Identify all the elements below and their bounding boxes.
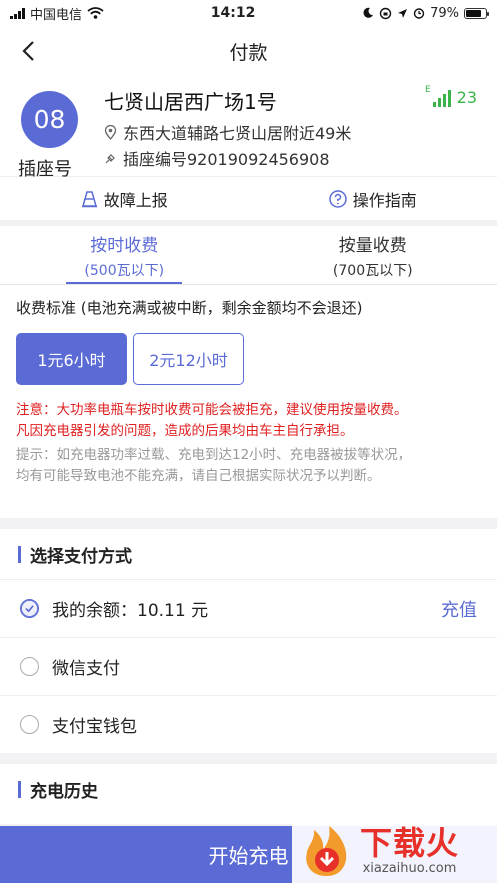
socket-id-row: 插座编号92019092456908 xyxy=(104,146,330,170)
chevron-left-icon xyxy=(22,41,34,61)
watermark-brand: 下载火 xyxy=(360,824,460,862)
radio-icon[interactable] xyxy=(20,657,39,676)
guide-button[interactable]: 操作指南 xyxy=(249,187,497,211)
signal-value: 23 xyxy=(456,88,477,107)
socket-number-badge: 08 xyxy=(21,91,78,148)
station-card: 08 插座号 七贤山居西广场1号 E 23 东西大道辅路七贤山居附近49米 插座… xyxy=(0,76,497,180)
tab-usage-billing[interactable]: 按量收费 (700瓦以下) xyxy=(249,226,497,284)
pay-option-balance[interactable]: 我的余额：10.11 元 充值 xyxy=(0,579,497,637)
tip-notice: 提示：如充电器功率过载、充电到达12小时、充电器被拔等状况， 均有可能导致电池不… xyxy=(16,445,481,487)
tip-line: 均有可能导致电池不能充满，请自己根据实际状况予以判断。 xyxy=(16,468,381,484)
rotation-lock-icon xyxy=(379,7,392,19)
cell-signal-icon xyxy=(10,7,25,19)
fault-report-button[interactable]: 故障上报 xyxy=(0,187,249,211)
payment-section: 选择支付方式 我的余额：10.11 元 充值 微信支付 支付宝钱包 xyxy=(0,529,497,753)
section-marker xyxy=(18,780,21,798)
guide-label: 操作指南 xyxy=(352,190,417,210)
balance-label: 我的余额：10.11 元 xyxy=(52,601,209,621)
watermark: 下载火 xiazaihuo.com xyxy=(292,818,497,883)
tab-time-billing-label: 按时收费 xyxy=(90,235,159,256)
socket-id: 插座编号92019092456908 xyxy=(123,150,330,169)
signal-bars-icon xyxy=(432,90,451,107)
billing-tabs: 按时收费 (500瓦以下) 按量收费 (700瓦以下) xyxy=(0,226,497,285)
warning-line: 凡因充电器引发的问题，造成的后果均由车主自行承担。 xyxy=(16,423,354,439)
address-row: 东西大道辅路七贤山居附近49米 xyxy=(104,120,351,144)
payment-title-label: 选择支付方式 xyxy=(30,546,132,567)
tip-line: 提示：如充电器功率过载、充电到达12小时、充电器被拔等状况， xyxy=(16,447,412,463)
battery-icon xyxy=(464,7,489,19)
history-section: 充电历史 xyxy=(0,764,497,824)
back-button[interactable] xyxy=(14,36,42,66)
status-time: 14:12 xyxy=(210,5,256,21)
station-address: 东西大道辅路七贤山居附近49米 xyxy=(123,124,352,143)
status-bar: 中国电信 14:12 79% xyxy=(0,0,497,26)
warning-line: 注意：大功率电瓶车按时收费可能会被拒充，建议使用按量收费。 xyxy=(16,402,408,418)
pay-option-wechat[interactable]: 微信支付 xyxy=(0,637,497,695)
section-marker xyxy=(18,545,21,563)
plug-icon xyxy=(105,153,115,163)
station-name: 七贤山居西广场1号 xyxy=(104,90,277,114)
radio-icon[interactable] xyxy=(20,715,39,734)
history-title[interactable]: 充电历史 xyxy=(0,764,497,814)
pay-option-alipay[interactable]: 支付宝钱包 xyxy=(0,695,497,753)
action-row: 故障上报 操作指南 xyxy=(0,176,497,220)
tab-usage-billing-sub: (700瓦以下) xyxy=(332,262,413,279)
flame-logo-icon xyxy=(306,825,347,876)
watermark-text: 下载火 xiazaihuo.com xyxy=(360,825,459,876)
check-icon[interactable] xyxy=(20,599,39,618)
alarm-icon xyxy=(413,8,425,19)
carrier-label: 中国电信 xyxy=(30,7,83,23)
status-right: 79% xyxy=(362,5,489,21)
nav-bar: 付款 xyxy=(0,26,497,76)
traffic-cone-icon xyxy=(81,190,97,207)
signal-strength: E 23 xyxy=(424,85,477,107)
status-left: 中国电信 xyxy=(10,4,104,23)
help-icon xyxy=(328,189,347,208)
signal-type-label: E xyxy=(424,85,431,95)
fault-report-label: 故障上报 xyxy=(103,190,168,210)
fee-standard: 收费标准 (电池充满或被中断，剩余金额均不会退还) xyxy=(16,299,363,317)
tab-usage-billing-label: 按量收费 xyxy=(338,235,407,256)
page-title: 付款 xyxy=(229,41,268,64)
alipay-label: 支付宝钱包 xyxy=(52,717,137,737)
socket-number-label: 插座号 xyxy=(18,159,72,180)
warning-notice: 注意：大功率电瓶车按时收费可能会被拒充，建议使用按量收费。 凡因充电器引发的问题… xyxy=(16,400,481,442)
payment-title: 选择支付方式 xyxy=(0,529,497,579)
tab-time-billing[interactable]: 按时收费 (500瓦以下) xyxy=(0,226,249,284)
tab-time-billing-sub: (500瓦以下) xyxy=(84,262,165,279)
wifi-icon xyxy=(87,7,104,19)
history-title-label: 充电历史 xyxy=(30,781,98,802)
location-pin-icon xyxy=(104,124,117,140)
battery-percent: 79% xyxy=(430,5,459,21)
moon-icon xyxy=(363,7,374,18)
fee-option-1yuan-6h[interactable]: 1元6小时 xyxy=(16,333,127,385)
watermark-domain: xiazaihuo.com xyxy=(362,861,457,876)
location-arrow-icon xyxy=(398,8,408,18)
fee-option-2yuan-12h[interactable]: 2元12小时 xyxy=(133,333,244,385)
recharge-link[interactable]: 充值 xyxy=(441,596,477,622)
battery-fill xyxy=(466,9,481,17)
wechat-label: 微信支付 xyxy=(52,659,120,679)
start-charging-label: 开始充电 xyxy=(208,844,289,868)
fee-section: 收费标准 (电池充满或被中断，剩余金额均不会退还) 1元6小时 2元12小时 注… xyxy=(0,285,497,518)
fee-options: 1元6小时 2元12小时 xyxy=(16,333,481,385)
